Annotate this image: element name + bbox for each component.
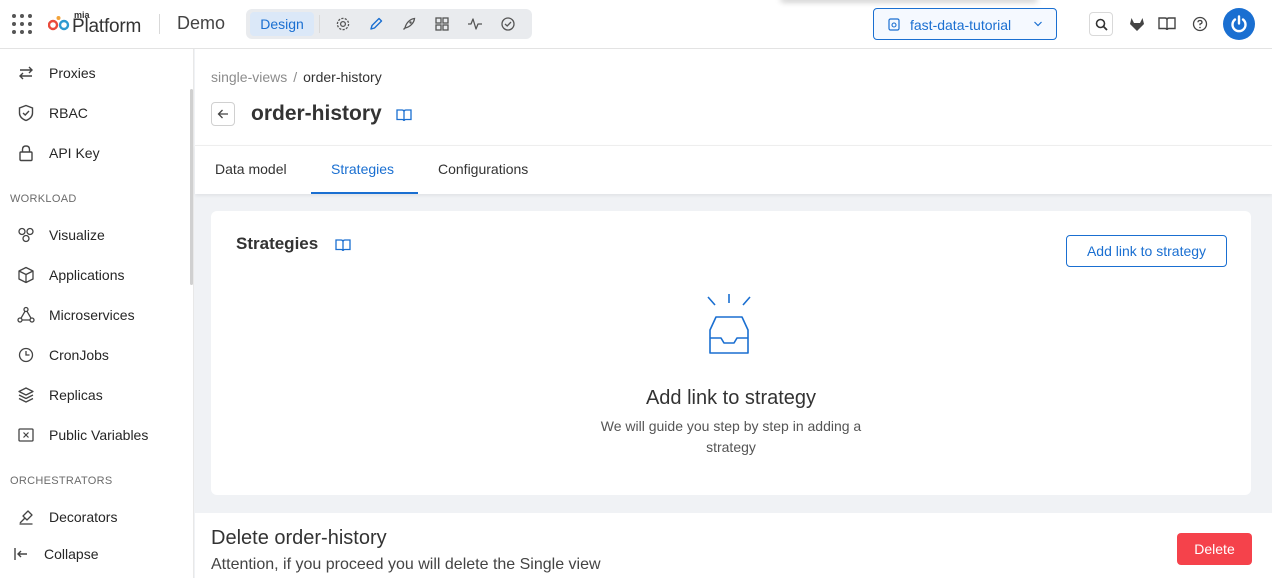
sidebar-item-label: Public Variables xyxy=(49,427,149,443)
sidebar-item-visualize[interactable]: Visualize xyxy=(0,217,190,253)
sidebar-item-microservices[interactable]: Microservices xyxy=(0,297,190,333)
tabs-bar: Data model Strategies Configurations xyxy=(195,145,1272,194)
branch-label: fast-data-tutorial xyxy=(910,17,1012,33)
empty-state-description: We will guide you step by step in adding… xyxy=(600,418,862,455)
tab-configurations[interactable]: Configurations xyxy=(438,161,528,177)
activity-icon[interactable] xyxy=(467,16,483,32)
user-avatar[interactable] xyxy=(1223,8,1255,40)
swap-icon xyxy=(19,66,33,80)
design-mode-button[interactable]: Design xyxy=(250,12,314,36)
active-tab-indicator xyxy=(311,192,418,194)
danger-zone-title: Delete order-history xyxy=(211,527,387,549)
decorator-icon xyxy=(19,510,33,525)
layers-icon xyxy=(18,387,34,403)
sidebar-item-label: Microservices xyxy=(49,307,135,323)
nodes-icon xyxy=(17,306,35,323)
branch-icon xyxy=(888,18,900,31)
empty-inbox-icon xyxy=(707,294,751,354)
logo-mark-icon xyxy=(48,16,70,31)
check-circle-icon[interactable] xyxy=(500,16,516,32)
back-button[interactable] xyxy=(211,102,235,126)
divider xyxy=(319,15,320,33)
section-heading-orchestrators: ORCHESTRATORS xyxy=(10,475,113,487)
sidebar-item-label: CronJobs xyxy=(49,347,109,363)
danger-zone: Delete order-history Attention, if you p… xyxy=(195,513,1272,578)
sidebar-item-label: Proxies xyxy=(49,65,96,81)
breadcrumb: single-views / order-history xyxy=(211,69,382,85)
logo[interactable]: mia Platform xyxy=(48,9,148,39)
settings-icon[interactable] xyxy=(335,16,351,32)
pencil-icon[interactable] xyxy=(368,16,384,32)
section-heading-workload: WORKLOAD xyxy=(10,193,77,205)
breadcrumb-current: order-history xyxy=(303,69,382,85)
sidebar-item-cronjobs[interactable]: CronJobs xyxy=(0,337,190,373)
tab-strategies[interactable]: Strategies xyxy=(331,161,394,177)
sidebar-item-label: RBAC xyxy=(49,105,88,121)
card-title: Strategies xyxy=(236,234,319,253)
gitlab-icon[interactable] xyxy=(1126,13,1148,35)
sidebar-item-proxies[interactable]: Proxies xyxy=(0,55,190,91)
sidebar-item-api-key[interactable]: API Key xyxy=(0,135,190,171)
search-button[interactable] xyxy=(1089,12,1113,36)
branch-selector[interactable]: fast-data-tutorial xyxy=(873,8,1057,40)
mode-bar: Design xyxy=(246,9,532,39)
sidebar-item-rbac[interactable]: RBAC xyxy=(0,95,190,131)
help-icon[interactable] xyxy=(1189,13,1211,35)
add-link-to-strategy-button[interactable]: Add link to strategy xyxy=(1066,235,1227,267)
tab-data-model[interactable]: Data model xyxy=(215,161,287,177)
sidebar-item-label: Visualize xyxy=(49,227,105,243)
page-title: order-history xyxy=(251,102,382,125)
sidebar-item-replicas[interactable]: Replicas xyxy=(0,377,190,413)
project-name[interactable]: Demo xyxy=(177,13,225,34)
sidebar-item-label: Applications xyxy=(49,267,125,283)
collapse-label: Collapse xyxy=(44,546,99,562)
sidebar-item-label: Decorators xyxy=(49,509,118,525)
cube-icon xyxy=(18,266,34,284)
cluster-icon xyxy=(18,227,34,243)
collapse-icon xyxy=(14,548,27,560)
clock-icon xyxy=(18,347,34,363)
sidebar-scrollbar[interactable] xyxy=(190,89,193,285)
power-avatar-icon xyxy=(1231,15,1247,33)
logo-text: Platform xyxy=(72,16,142,37)
dashboard-icon[interactable] xyxy=(434,16,450,32)
lock-icon xyxy=(19,145,33,162)
arrow-left-icon xyxy=(217,109,228,119)
top-bar: mia Platform Demo Design fast-data-tutor… xyxy=(0,0,1272,49)
breadcrumb-separator: / xyxy=(293,69,298,85)
documentation-book-icon[interactable] xyxy=(396,108,412,122)
empty-state-title: Add link to strategy xyxy=(645,387,817,409)
page-header: single-views / order-history order-history… xyxy=(195,49,1272,194)
sidebar-item-decorators[interactable]: Decorators xyxy=(0,499,190,535)
search-icon xyxy=(1095,18,1108,31)
sidebar-collapse-button[interactable]: Collapse xyxy=(0,536,190,572)
main-content: single-views / order-history order-history… xyxy=(195,49,1272,578)
shield-check-icon xyxy=(18,104,34,122)
sidebar-item-label: API Key xyxy=(49,145,100,161)
sidebar: Proxies RBAC API Key WORKLOAD Visualize … xyxy=(0,49,194,578)
chevron-down-icon xyxy=(1034,21,1042,27)
variable-icon xyxy=(18,428,34,442)
divider xyxy=(159,14,160,34)
book-icon[interactable] xyxy=(1156,13,1178,35)
sidebar-item-public-variables[interactable]: Public Variables xyxy=(0,417,190,453)
danger-zone-description: Attention, if you proceed you will delet… xyxy=(211,556,601,573)
delete-button[interactable]: Delete xyxy=(1177,533,1252,565)
rocket-icon[interactable] xyxy=(401,16,417,32)
sidebar-item-label: Replicas xyxy=(49,387,103,403)
strategies-card: Strategies Add link to strategy Add link… xyxy=(211,211,1251,495)
apps-grid-icon[interactable] xyxy=(12,14,32,34)
documentation-book-icon[interactable] xyxy=(335,238,351,252)
breadcrumb-parent[interactable]: single-views xyxy=(211,69,287,85)
sidebar-item-applications[interactable]: Applications xyxy=(0,257,190,293)
